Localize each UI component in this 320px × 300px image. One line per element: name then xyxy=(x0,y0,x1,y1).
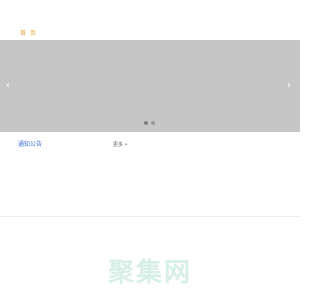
image-carousel xyxy=(0,40,300,132)
notice-more-link[interactable]: 更多 » xyxy=(113,142,128,149)
carousel-prev-icon[interactable]: ‹ xyxy=(3,80,13,92)
notice-section-title[interactable]: 通知公告 xyxy=(18,141,42,149)
carousel-indicator-dot[interactable] xyxy=(151,121,155,125)
watermark-text: 聚集网 xyxy=(107,258,192,288)
carousel-next-icon[interactable]: › xyxy=(284,80,294,92)
carousel-indicators xyxy=(144,121,155,127)
divider xyxy=(0,216,300,217)
nav-home-link[interactable]: 首 页 xyxy=(20,30,37,38)
watermark-logo: 聚集网 xyxy=(0,258,300,288)
carousel-indicator-dot[interactable] xyxy=(144,121,148,125)
